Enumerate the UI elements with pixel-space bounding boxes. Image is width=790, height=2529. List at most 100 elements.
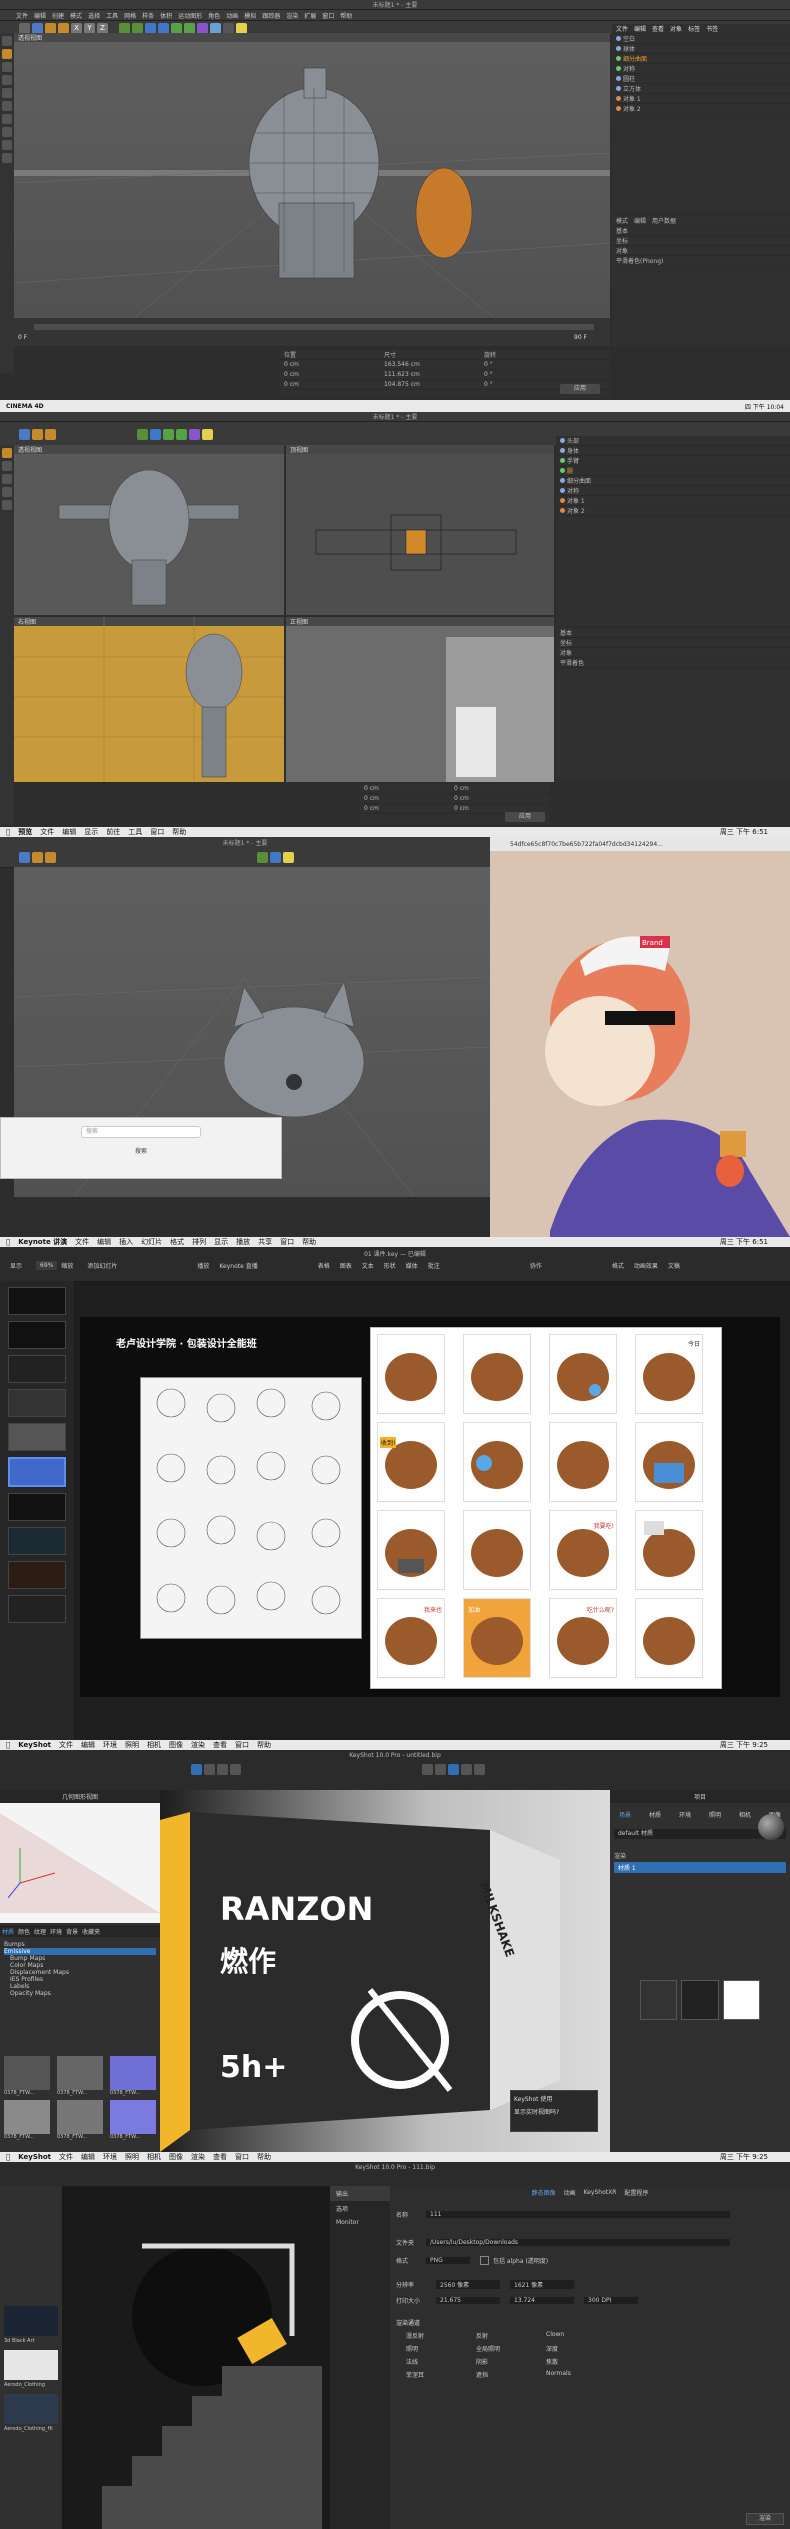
resolution-width[interactable]: 2560 像素 [436,2279,500,2289]
light-icon[interactable] [283,851,294,863]
tab-animation[interactable]: 动画 [564,2188,576,2197]
z-axis-button[interactable]: Z [97,22,108,34]
menu-simulate[interactable]: 模拟 [244,11,256,20]
menu-file[interactable]: 文件 [59,1740,73,1750]
menu-tools[interactable]: 工具 [106,11,118,20]
menu-select[interactable]: 选择 [88,11,100,20]
alpha-checkbox[interactable] [480,2255,489,2265]
texture-thumb[interactable]: 0378_FTW... [4,2056,50,2096]
menu-extensions[interactable]: 扩展 [304,11,316,20]
slide-thumbnail[interactable] [8,1287,66,1315]
coord-value[interactable]: 0 cm [284,361,384,368]
menu-view[interactable]: 显示 [214,1237,228,1247]
menu-view[interactable]: 显示 [84,827,98,837]
name-input[interactable]: 111 [426,2210,730,2218]
y-axis-button[interactable]: Y [84,22,95,34]
snap-icon[interactable] [2,114,12,124]
texture-thumb[interactable]: 0378_FTW... [110,2100,156,2140]
menu-window[interactable]: 窗口 [235,1740,249,1750]
apple-menu[interactable]:  [6,1741,10,1749]
timeline[interactable]: 0 F 90 F [14,318,610,346]
polygons-mode-icon[interactable] [2,487,12,497]
menu-edit[interactable]: 编辑 [81,1740,95,1750]
menu-window[interactable]: 窗口 [322,11,334,20]
tools-icon[interactable] [461,1764,472,1775]
preview-swatch[interactable] [681,1980,719,2020]
scale-icon[interactable] [32,851,43,863]
menu-environment[interactable]: 环境 [103,1740,117,1750]
menu-insert[interactable]: 插入 [119,1237,133,1247]
dpi-select[interactable]: 300 DPI [584,2296,638,2304]
menu-view[interactable]: 查看 [213,1740,227,1750]
workplane-icon[interactable] [2,127,12,137]
object-row[interactable]: 球体 [612,44,790,54]
subdivision-icon[interactable] [171,22,182,34]
right-viewport[interactable]: 右视图 [14,617,284,782]
object-row[interactable]: 头部 [556,436,790,446]
menu-volume[interactable]: 体积 [160,11,172,20]
render-button[interactable]: 渲染 [746,2513,784,2525]
menu-window[interactable]: 窗口 [150,827,164,837]
menu-edit[interactable]: 编辑 [62,827,76,837]
menu-go[interactable]: 前往 [106,827,120,837]
menu-window[interactable]: 窗口 [235,2152,249,2162]
project-tab-camera[interactable]: 相机 [739,1810,751,1819]
format-button[interactable]: 格式 [612,1261,624,1270]
menu-render[interactable]: 渲染 [286,11,298,20]
library-tab-materials[interactable]: 材质 [2,1927,14,1936]
pass-checkbox[interactable]: 阴影 [476,2357,546,2366]
library-tab-colors[interactable]: 颜色 [18,1927,30,1936]
move-icon[interactable] [19,851,30,863]
edges-mode-icon[interactable] [2,474,12,484]
preview-swatch[interactable] [640,1980,678,2020]
menu-render[interactable]: 渲染 [191,2152,205,2162]
attr-tab-userdata[interactable]: 用户数据 [652,216,676,225]
library-item-selected[interactable]: Emissive [4,1948,156,1955]
library-item[interactable]: Bumps [4,1941,156,1948]
model-mode-icon[interactable] [2,49,12,59]
deformer-icon[interactable] [189,428,200,440]
object-row[interactable]: 细分曲面 [556,476,790,486]
attribute-row[interactable]: 基本 [612,226,790,236]
performance-icon[interactable] [230,1764,241,1775]
menu-arrange[interactable]: 排列 [192,1237,206,1247]
pass-checkbox[interactable]: 深度 [546,2344,616,2353]
pass-checkbox[interactable]: 遮挡 [476,2370,546,2379]
menu-mode[interactable]: 模式 [70,11,82,20]
menu-preview[interactable]: 预览 [18,827,32,837]
light-icon[interactable] [202,428,213,440]
apply-button[interactable]: 应用 [560,384,600,394]
coord-value[interactable]: 0 ° [484,371,493,378]
library-item[interactable]: IES Profiles [4,1976,156,1983]
lock-icon[interactable] [2,140,12,150]
menu-keyshot[interactable]: KeyShot [18,1741,51,1749]
light-icon[interactable] [236,22,247,34]
print-height[interactable]: 13.724 [510,2296,574,2304]
slide-thumbnail[interactable] [8,1493,66,1521]
model-mode-icon[interactable] [2,448,12,458]
menu-camera[interactable]: 相机 [147,1740,161,1750]
menu-edit[interactable]: 编辑 [81,2152,95,2162]
object-row[interactable]: 手臂 [556,456,790,466]
coord-value[interactable]: 111.623 cm [384,371,484,378]
menu-view[interactable]: 查看 [213,2152,227,2162]
project-tab-environment[interactable]: 环境 [679,1810,691,1819]
axis-icon[interactable] [2,101,12,111]
perspective-viewport[interactable]: 透视视图 [14,33,610,318]
texture-thumb[interactable]: 0378_FTW... [57,2100,103,2140]
menu-mograph[interactable]: 运动图形 [178,11,202,20]
rotate-icon[interactable] [45,851,56,863]
environment-thumb[interactable] [4,2394,58,2424]
snap-icon[interactable] [2,500,12,510]
texture-thumb[interactable]: 0378_FTW... [4,2100,50,2140]
menu-share[interactable]: 共享 [258,1237,272,1247]
environment-thumb[interactable] [4,2306,58,2336]
coord-value[interactable]: 0 cm [454,805,469,812]
menu-tools[interactable]: 工具 [128,827,142,837]
pass-checkbox[interactable]: 全局照明 [476,2344,546,2353]
pass-checkbox[interactable]: 照明 [406,2344,476,2353]
cpu-icon[interactable] [191,1764,202,1775]
texture-thumb[interactable]: 0378_FTW... [110,2056,156,2096]
object-row[interactable]: 立方体 [612,84,790,94]
chart-button[interactable]: 图表 [340,1261,352,1270]
